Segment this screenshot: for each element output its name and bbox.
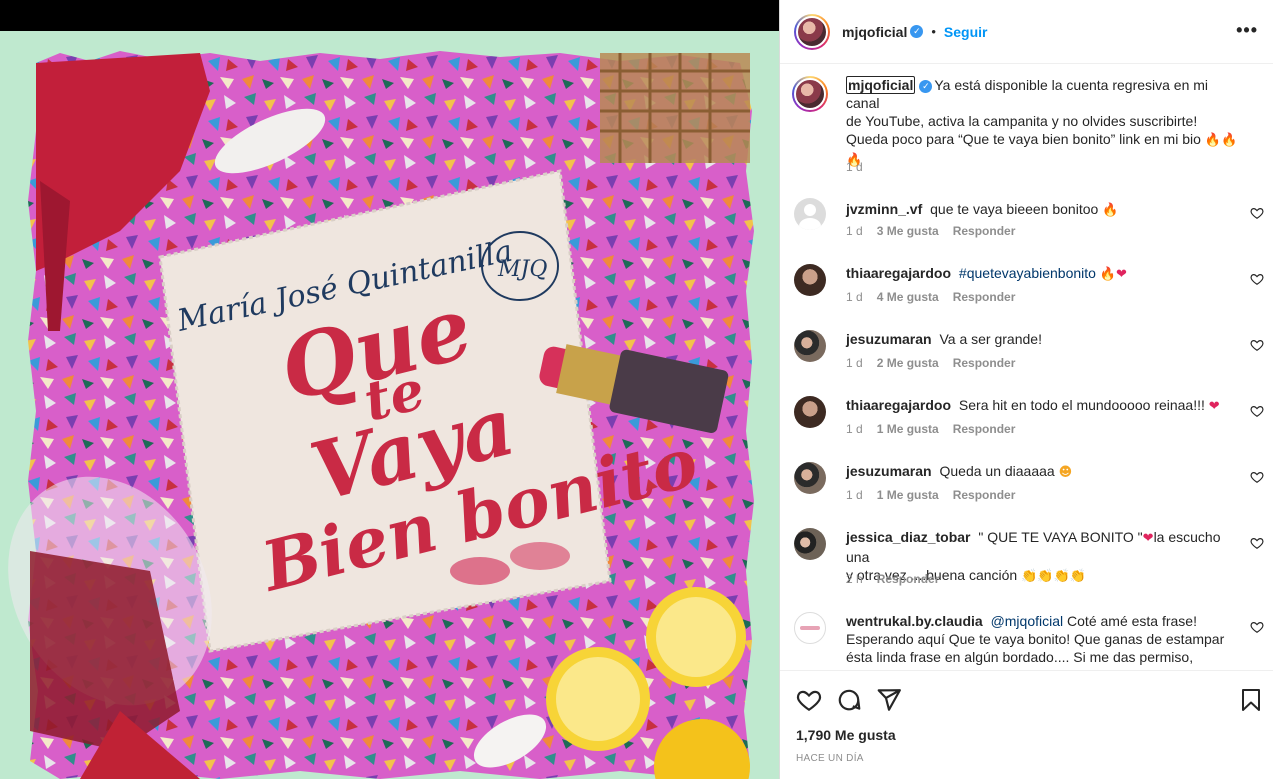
comment-time: 2 h — [846, 572, 863, 586]
comments-list[interactable]: mjqoficial ✓ Ya está disponible la cuenta … — [780, 64, 1273, 670]
reply-button[interactable]: Responder — [953, 356, 1016, 370]
comment-username[interactable]: thiaaregajardoo — [846, 397, 951, 413]
caption-text-2: de YouTube, activa la campanita y no olv… — [846, 113, 1198, 129]
reply-button[interactable]: Responder — [953, 422, 1016, 436]
reply-button[interactable]: Responder — [953, 224, 1016, 238]
caption-time: 1 d — [846, 160, 863, 174]
like-heart-icon[interactable] — [796, 687, 822, 713]
follow-button[interactable]: Seguir — [944, 24, 988, 40]
comment-text: que te vaya bieeen bonitoo — [930, 201, 1099, 217]
likes-count[interactable]: 1,790 Me gusta — [796, 727, 896, 743]
author-avatar[interactable] — [794, 13, 830, 50]
comment-mention[interactable]: @mjqoficial — [991, 613, 1064, 629]
comment-username[interactable]: wentrukal.by.claudia — [846, 613, 983, 629]
heart-eyes-emoji: ☻ — [1058, 465, 1073, 480]
reply-button[interactable]: Responder — [877, 572, 940, 586]
heart-icon[interactable] — [1250, 620, 1264, 634]
fire-emoji: 🔥🔥 — [1204, 133, 1238, 148]
share-icon[interactable] — [876, 687, 902, 713]
post-sidebar: mjqoficial ✓ • Seguir ••• mjqoficial ✓ Ya … — [779, 0, 1273, 779]
comment-username[interactable]: jvzminn_.vf — [846, 201, 922, 217]
commenter-avatar[interactable] — [794, 528, 826, 560]
comment-hashtag[interactable]: #quetevayabienbonito — [959, 265, 1096, 281]
red-heart-emoji: ❤ — [1208, 399, 1220, 414]
post-header: mjqoficial ✓ • Seguir ••• — [780, 0, 1273, 64]
comment-time: 1 d — [846, 488, 863, 502]
comment-text: Coté amé esta frase! — [1067, 613, 1197, 629]
fire-emoji: 🔥 — [1099, 267, 1117, 282]
comment-username[interactable]: jesuzumaran — [846, 331, 932, 347]
comment-text: " QUE TE VAYA BONITO " — [978, 529, 1143, 545]
post-media[interactable]: María José Quintanilla MJQ Que te Vaya B… — [0, 0, 779, 779]
comment-time: 1 d — [846, 224, 863, 238]
caption-avatar[interactable] — [792, 76, 828, 112]
comment-text-2: Esperando aquí Que te vaya bonito! Que g… — [846, 631, 1225, 647]
clap-emoji: 👏👏👏👏 — [1021, 569, 1086, 584]
verified-icon: ✓ — [910, 25, 924, 38]
album-cover: María José Quintanilla MJQ Que te Vaya B… — [0, 31, 779, 779]
cover-monogram: MJQ — [497, 257, 547, 282]
reply-button[interactable]: Responder — [953, 488, 1016, 502]
fire-emoji: 🔥 — [1102, 203, 1119, 218]
comment-time: 1 d — [846, 290, 863, 304]
commenter-avatar[interactable] — [794, 330, 826, 362]
caption-username[interactable]: mjqoficial — [846, 76, 916, 94]
commenter-avatar[interactable] — [794, 462, 826, 494]
comment-text: Queda un diaaaaa — [939, 463, 1055, 479]
verified-icon: ✓ — [919, 79, 933, 93]
caption-text-3: Queda poco para “Que te vaya bien bonito… — [846, 131, 1201, 147]
comment-text: Sera hit en todo el mundooooo reinaa!!! — [958, 397, 1205, 413]
separator-dot: • — [931, 24, 936, 39]
comment-likes[interactable]: 2 Me gusta — [877, 356, 939, 370]
comment-time: 1 d — [846, 356, 863, 370]
commenter-avatar[interactable] — [794, 612, 826, 644]
bookmark-icon[interactable] — [1240, 687, 1262, 713]
comment-likes[interactable]: 4 Me gusta — [877, 290, 939, 304]
comment-username[interactable]: jesuzumaran — [846, 463, 932, 479]
commenter-avatar[interactable] — [794, 396, 826, 428]
comment-text-3: ésta linda frase en algún bordado.... Si… — [846, 649, 1194, 670]
comment-username[interactable]: jessica_diaz_tobar — [846, 529, 971, 545]
heart-icon[interactable] — [1250, 470, 1264, 484]
heart-icon[interactable] — [1250, 206, 1264, 220]
cover-art: María José Quintanilla MJQ Que te Vaya B… — [8, 51, 754, 779]
comment-text: Va a ser grande! — [939, 331, 1042, 347]
red-heart-emoji: ❤ — [1142, 531, 1154, 546]
comment-likes[interactable]: 1 Me gusta — [877, 422, 939, 436]
heart-icon[interactable] — [1250, 338, 1264, 352]
comment-username[interactable]: thiaaregajardoo — [846, 265, 951, 281]
comment-icon[interactable] — [836, 687, 862, 713]
heart-icon[interactable] — [1250, 536, 1264, 550]
comment-likes[interactable]: 1 Me gusta — [877, 488, 939, 502]
heart-icon[interactable] — [1250, 272, 1264, 286]
comment-likes[interactable]: 3 Me gusta — [877, 224, 939, 238]
reply-button[interactable]: Responder — [953, 290, 1016, 304]
caption: mjqoficial ✓ Ya está disponible la cuenta … — [780, 76, 1273, 176]
post-actions: 1,790 Me gusta HACE UN DÍA — [780, 670, 1273, 779]
commenter-avatar[interactable] — [794, 198, 826, 230]
author-username[interactable]: mjqoficial — [842, 24, 907, 40]
more-icon[interactable]: ••• — [1236, 21, 1258, 39]
post-time: HACE UN DÍA — [796, 753, 864, 764]
commenter-avatar[interactable] — [794, 264, 826, 296]
red-heart-emoji: ❤ — [1116, 267, 1127, 282]
heart-icon[interactable] — [1250, 404, 1264, 418]
comment-time: 1 d — [846, 422, 863, 436]
